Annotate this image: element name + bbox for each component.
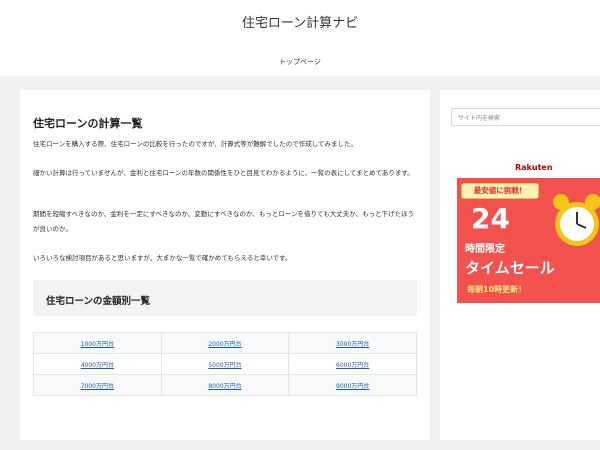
amount-link[interactable]: 4000万円台 [33,353,162,375]
rakuten-ad-banner[interactable]: Rakuten 最安値に挑戦！ 24 時間限定 タイムセール 毎朝10時更新！ [457,160,600,303]
page-title: 住宅ローンの計算一覧 [33,117,143,130]
ad-big-number: 24 [471,202,510,235]
amount-link[interactable]: 1000万円台 [33,332,162,354]
site-header: 住宅ローン計算ナビ トップページ [0,0,600,76]
alarm-clock-icon [553,194,600,246]
table-row: 4000万円台 5000万円台 6000万円台 [33,353,417,375]
nav-top-page-link[interactable]: トップページ [0,57,600,67]
amount-link[interactable]: 5000万円台 [160,353,290,375]
table-row: 1000万円台 2000万円台 3000万円台 [33,332,417,354]
ad-line-3: 毎朝10時更新！ [467,285,527,294]
search-placeholder: サイト内を検索 [458,115,501,122]
section-heading-box: 住宅ローンの金額別一覧 [33,280,417,316]
table-row: 7000万円台 8000万円台 9000万円台 [33,374,417,396]
intro-paragraph-1: 住宅ローンを購入する際、住宅ローンの比較を行ったのですが、計算式等が難解でしたの… [33,140,358,148]
amount-link[interactable]: 7000万円台 [33,374,162,396]
main-content: 住宅ローンの計算一覧 住宅ローンを購入する際、住宅ローンの比較を行ったのですが、… [20,90,430,440]
rakuten-logo: Rakuten [515,163,553,172]
sidebar: サイト内を検索 Rakuten 最安値に挑戦！ 24 時間限定 タイムセール 毎… [440,90,600,440]
amount-link[interactable]: 9000万円台 [288,374,417,396]
intro-paragraph-3: 期間を短縮すべきなのか、金利を一定にすべきなのか、変動にすべきなのか、もっとロー… [33,210,415,233]
ad-brand-bar: Rakuten [457,160,600,178]
amount-link[interactable]: 6000万円台 [288,353,417,375]
amount-link[interactable]: 8000万円台 [160,374,290,396]
intro-paragraph-4: いろいろな検討項目があると思いますが、大まかな一覧で確かめてもらえると幸いです。 [33,254,292,262]
site-title[interactable]: 住宅ローン計算ナビ [0,12,600,31]
ad-badge: 最安値に挑戦！ [461,183,539,199]
site-search-input[interactable]: サイト内を検索 [451,108,600,126]
ad-line-2: タイムセール [465,259,555,277]
intro-paragraph-2: 細かい計算は行っていませんが、金利と住宅ローンの年数の関係性をひと目見てわかるよ… [33,169,414,177]
ad-line-1: 時間限定 [465,244,505,255]
section-title: 住宅ローンの金額別一覧 [46,296,151,307]
amount-link[interactable]: 3000万円台 [288,332,417,354]
amount-link[interactable]: 2000万円台 [160,332,290,354]
amount-table: 1000万円台 2000万円台 3000万円台 4000万円台 5000万円台 … [33,332,417,396]
